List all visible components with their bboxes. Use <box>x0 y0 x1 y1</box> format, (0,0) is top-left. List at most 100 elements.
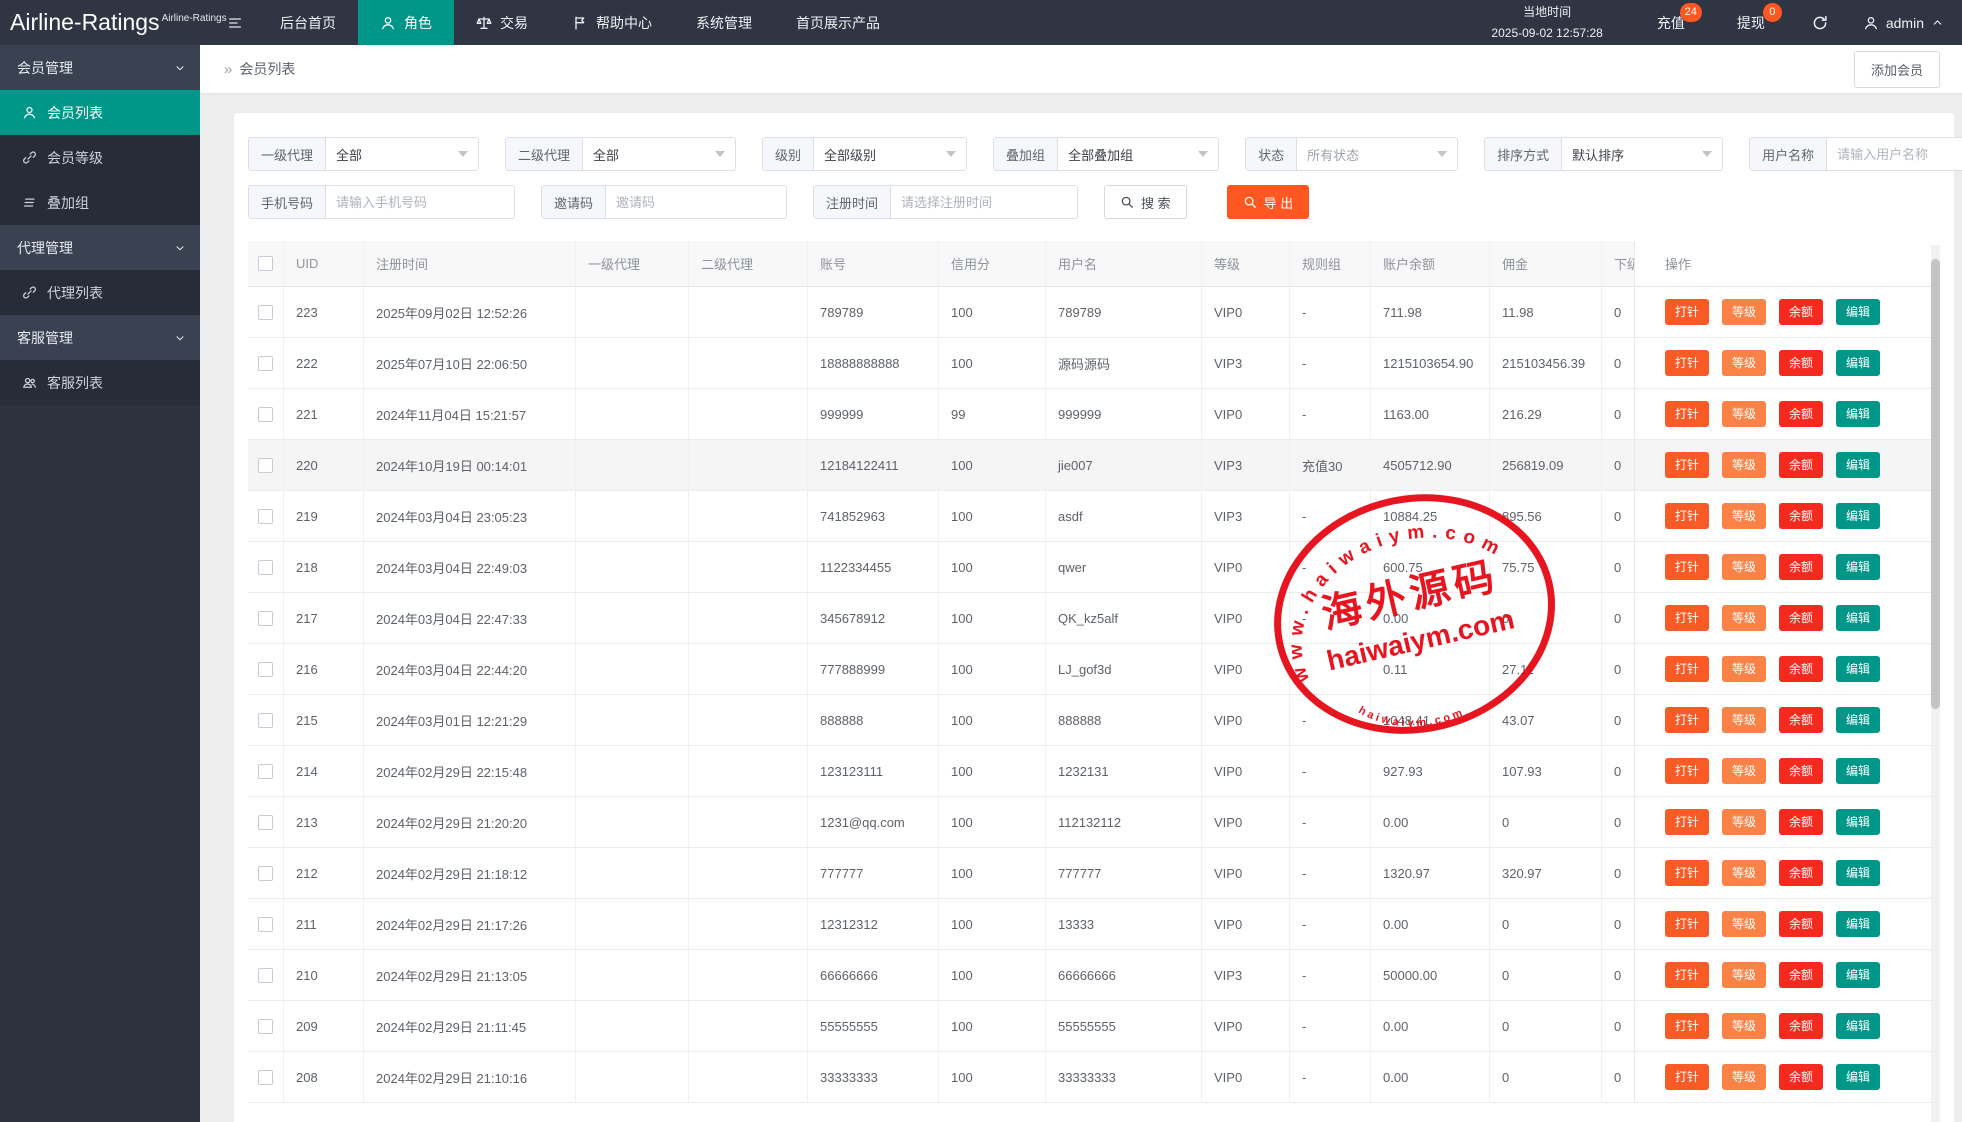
inject-button[interactable]: 打针 <box>1665 401 1709 427</box>
balance-button[interactable]: 余额 <box>1779 554 1823 580</box>
export-button[interactable]: 导 出 <box>1227 185 1310 219</box>
sidebar-toggle-button[interactable] <box>212 0 258 45</box>
row-checkbox[interactable] <box>258 458 273 473</box>
inject-button[interactable]: 打针 <box>1665 1013 1709 1039</box>
sidebar-item-member-list[interactable]: 会员列表 <box>0 90 200 135</box>
balance-button[interactable]: 余额 <box>1779 860 1823 886</box>
edit-button[interactable]: 编辑 <box>1836 605 1880 631</box>
row-checkbox[interactable] <box>258 509 273 524</box>
level-button[interactable]: 等级 <box>1722 707 1766 733</box>
nav-item-help-center[interactable]: 帮助中心 <box>550 0 674 45</box>
inject-button[interactable]: 打针 <box>1665 860 1709 886</box>
sidebar-item-service-list[interactable]: 客服列表 <box>0 360 200 405</box>
balance-button[interactable]: 余额 <box>1779 1064 1823 1090</box>
sidebar-group-service-management[interactable]: 客服管理 <box>0 315 200 360</box>
level-button[interactable]: 等级 <box>1722 401 1766 427</box>
vertical-scrollbar[interactable] <box>1931 245 1940 1122</box>
level-button[interactable]: 等级 <box>1722 350 1766 376</box>
row-checkbox[interactable] <box>258 611 273 626</box>
balance-button[interactable]: 余额 <box>1779 503 1823 529</box>
sidebar-item-agent-list[interactable]: 代理列表 <box>0 270 200 315</box>
edit-button[interactable]: 编辑 <box>1836 656 1880 682</box>
balance-button[interactable]: 余额 <box>1779 809 1823 835</box>
row-checkbox[interactable] <box>258 662 273 677</box>
inject-button[interactable]: 打针 <box>1665 656 1709 682</box>
edit-button[interactable]: 编辑 <box>1836 707 1880 733</box>
level-button[interactable]: 等级 <box>1722 1064 1766 1090</box>
edit-button[interactable]: 编辑 <box>1836 1013 1880 1039</box>
edit-button[interactable]: 编辑 <box>1836 758 1880 784</box>
row-checkbox[interactable] <box>258 713 273 728</box>
balance-button[interactable]: 余额 <box>1779 656 1823 682</box>
inject-button[interactable]: 打针 <box>1665 962 1709 988</box>
sidebar-group-member-management[interactable]: 会员管理 <box>0 45 200 90</box>
edit-button[interactable]: 编辑 <box>1836 452 1880 478</box>
row-checkbox[interactable] <box>258 917 273 932</box>
nav-item-system[interactable]: 系统管理 <box>674 0 774 45</box>
inject-button[interactable]: 打针 <box>1665 503 1709 529</box>
filter-agent1-select[interactable]: 一级代理 全部 <box>248 137 479 171</box>
inject-button[interactable]: 打针 <box>1665 299 1709 325</box>
level-button[interactable]: 等级 <box>1722 656 1766 682</box>
level-button[interactable]: 等级 <box>1722 503 1766 529</box>
edit-button[interactable]: 编辑 <box>1836 962 1880 988</box>
row-checkbox[interactable] <box>258 968 273 983</box>
balance-button[interactable]: 余额 <box>1779 350 1823 376</box>
balance-button[interactable]: 余额 <box>1779 758 1823 784</box>
balance-button[interactable]: 余额 <box>1779 605 1823 631</box>
balance-button[interactable]: 余额 <box>1779 401 1823 427</box>
nav-item-roles[interactable]: 角色 <box>358 0 454 45</box>
inject-button[interactable]: 打针 <box>1665 1064 1709 1090</box>
add-member-button[interactable]: 添加会员 <box>1854 51 1940 88</box>
row-checkbox[interactable] <box>258 1019 273 1034</box>
level-button[interactable]: 等级 <box>1722 1013 1766 1039</box>
level-button[interactable]: 等级 <box>1722 860 1766 886</box>
inject-button[interactable]: 打针 <box>1665 707 1709 733</box>
edit-button[interactable]: 编辑 <box>1836 299 1880 325</box>
level-button[interactable]: 等级 <box>1722 554 1766 580</box>
balance-button[interactable]: 余额 <box>1779 299 1823 325</box>
inject-button[interactable]: 打针 <box>1665 554 1709 580</box>
level-button[interactable]: 等级 <box>1722 911 1766 937</box>
edit-button[interactable]: 编辑 <box>1836 350 1880 376</box>
filter-sort-select[interactable]: 排序方式 默认排序 <box>1484 137 1723 171</box>
recharge-link[interactable]: 充值 24 <box>1631 0 1711 45</box>
nav-item-trade[interactable]: 交易 <box>454 0 550 45</box>
inject-button[interactable]: 打针 <box>1665 605 1709 631</box>
balance-button[interactable]: 余额 <box>1779 911 1823 937</box>
phone-input[interactable] <box>326 186 514 218</box>
row-checkbox[interactable] <box>258 1070 273 1085</box>
sidebar-group-agent-management[interactable]: 代理管理 <box>0 225 200 270</box>
sidebar-item-stack-group[interactable]: 叠加组 <box>0 180 200 225</box>
admin-menu[interactable]: admin <box>1849 0 1962 45</box>
balance-button[interactable]: 余额 <box>1779 707 1823 733</box>
row-checkbox[interactable] <box>258 305 273 320</box>
level-button[interactable]: 等级 <box>1722 299 1766 325</box>
edit-button[interactable]: 编辑 <box>1836 911 1880 937</box>
row-checkbox[interactable] <box>258 560 273 575</box>
edit-button[interactable]: 编辑 <box>1836 860 1880 886</box>
edit-button[interactable]: 编辑 <box>1836 401 1880 427</box>
inject-button[interactable]: 打针 <box>1665 911 1709 937</box>
edit-button[interactable]: 编辑 <box>1836 554 1880 580</box>
search-button[interactable]: 搜 索 <box>1104 185 1187 219</box>
filter-status-select[interactable]: 状态 所有状态 <box>1245 137 1458 171</box>
scrollbar-thumb[interactable] <box>1931 259 1940 709</box>
nav-item-dashboard[interactable]: 后台首页 <box>258 0 358 45</box>
inject-button[interactable]: 打针 <box>1665 809 1709 835</box>
level-button[interactable]: 等级 <box>1722 605 1766 631</box>
edit-button[interactable]: 编辑 <box>1836 1064 1880 1090</box>
row-checkbox[interactable] <box>258 866 273 881</box>
inject-button[interactable]: 打针 <box>1665 452 1709 478</box>
sidebar-item-member-level[interactable]: 会员等级 <box>0 135 200 180</box>
username-input[interactable] <box>1827 138 1962 170</box>
row-checkbox[interactable] <box>258 356 273 371</box>
level-button[interactable]: 等级 <box>1722 452 1766 478</box>
nav-item-homepage-products[interactable]: 首页展示产品 <box>774 0 902 45</box>
row-checkbox[interactable] <box>258 407 273 422</box>
invite-code-input[interactable] <box>606 186 786 218</box>
filter-level-select[interactable]: 级别 全部级别 <box>762 137 967 171</box>
filter-stack-group-select[interactable]: 叠加组 全部叠加组 <box>993 137 1219 171</box>
row-checkbox[interactable] <box>258 764 273 779</box>
level-button[interactable]: 等级 <box>1722 962 1766 988</box>
